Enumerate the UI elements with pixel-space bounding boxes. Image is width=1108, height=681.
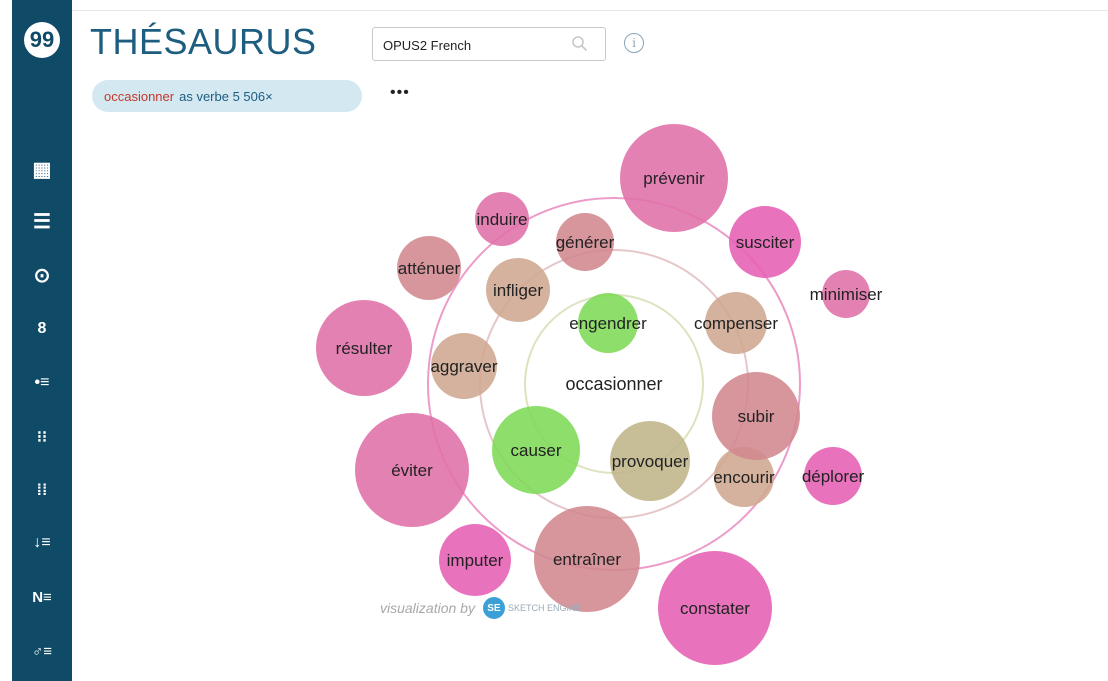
bubble-label-5[interactable]: aggraver bbox=[430, 357, 497, 376]
credit-brand: SKETCH ENGINE bbox=[507, 602, 582, 613]
bubble-label-2[interactable]: causer bbox=[510, 441, 561, 460]
bubble-label-8[interactable]: générer bbox=[556, 233, 615, 252]
bubble-label-7[interactable]: encourir bbox=[713, 468, 775, 487]
bubble-label-14[interactable]: résulter bbox=[336, 339, 393, 358]
sketch-engine-logo-icon: SE bbox=[482, 597, 505, 619]
bubble-label-13[interactable]: prévenir bbox=[643, 169, 705, 188]
bubble-label-19[interactable]: imputer bbox=[447, 551, 504, 570]
bubble-label-9[interactable]: atténuer bbox=[398, 259, 461, 278]
bubble-label-10[interactable]: subir bbox=[738, 407, 775, 426]
thesaurus-visualization: engendrer causer provoquer infliger aggraver… bbox=[316, 124, 883, 665]
bubble-label-1[interactable]: engendrer bbox=[569, 314, 647, 333]
bubble-label-17[interactable]: minimiser bbox=[810, 285, 883, 304]
bubble-label-16[interactable]: susciter bbox=[736, 233, 795, 252]
bubble-label-20[interactable]: constater bbox=[680, 599, 750, 618]
bubble-label-18[interactable]: déplorer bbox=[802, 467, 865, 486]
credit-text: visualization by bbox=[380, 600, 475, 616]
center-word[interactable]: occasionner bbox=[565, 374, 662, 394]
visualization-credit: visualization by SE SKETCH ENGINE bbox=[380, 597, 581, 619]
bubble-label-11[interactable]: entraîner bbox=[553, 550, 621, 569]
bubble-label-12[interactable]: induire bbox=[476, 210, 527, 229]
bubble-label-3[interactable]: provoquer bbox=[612, 452, 689, 471]
bubble-label-4[interactable]: infliger bbox=[493, 281, 543, 300]
bubble-label-6[interactable]: compenser bbox=[694, 314, 778, 333]
bubble-label-15[interactable]: éviter bbox=[391, 461, 433, 480]
